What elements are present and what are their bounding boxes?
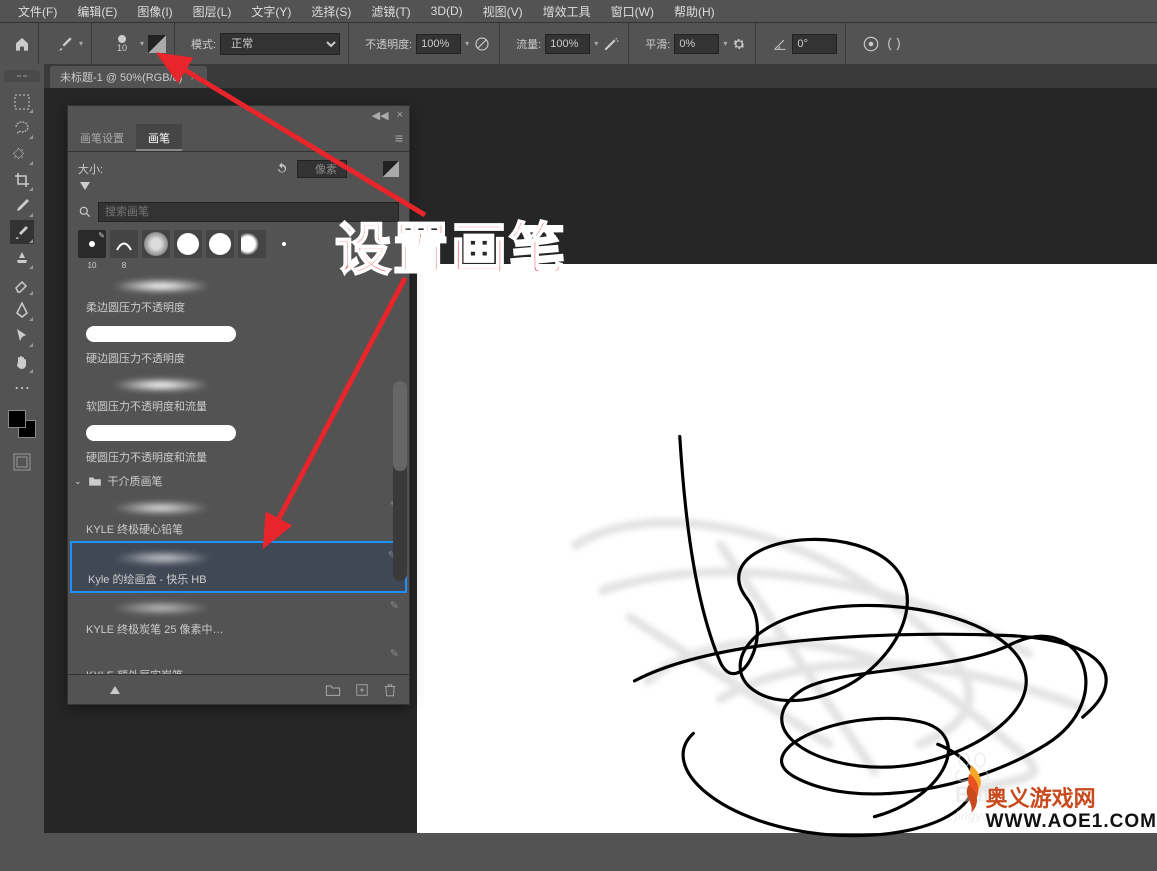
- brush-item[interactable]: KYLE 额外厚实炭笔 ✎: [70, 641, 407, 674]
- chevron-down-icon: ⌄: [74, 476, 82, 487]
- options-bar: ▾ 10 ▾ 模式: 正常 不透明度: ▾ 流量: ▾ 平滑: ▾: [0, 22, 1157, 64]
- brush-item[interactable]: KYLE 终极炭笔 25 像素中… ✎: [70, 593, 407, 641]
- menu-select[interactable]: 选择(S): [301, 1, 361, 22]
- menu-3d[interactable]: 3D(D): [421, 2, 473, 20]
- tab-brush-settings[interactable]: 画笔设置: [68, 124, 136, 151]
- hand-tool[interactable]: [10, 350, 34, 374]
- collapse-icon[interactable]: ◀◀: [372, 109, 389, 122]
- clone-stamp-tool[interactable]: [10, 246, 34, 270]
- brush-size-input[interactable]: [297, 160, 347, 178]
- size-slider[interactable]: [78, 184, 399, 192]
- menu-view[interactable]: 视图(V): [473, 1, 533, 22]
- menu-help[interactable]: 帮助(H): [664, 1, 725, 22]
- edit-icon[interactable]: ✎: [390, 599, 399, 612]
- close-icon[interactable]: ×: [397, 109, 403, 121]
- chevron-down-icon[interactable]: ▾: [140, 39, 144, 48]
- panel-footer: [68, 674, 409, 704]
- panel-menu-icon[interactable]: ≡: [395, 130, 403, 146]
- pen-tool[interactable]: [10, 298, 34, 322]
- brush-thumb[interactable]: [174, 230, 202, 258]
- brush-thumb[interactable]: [206, 230, 234, 258]
- menu-window[interactable]: 窗口(W): [601, 1, 664, 22]
- brush-thumb[interactable]: [270, 230, 298, 258]
- home-icon[interactable]: [14, 36, 30, 52]
- search-icon: [78, 205, 92, 219]
- opacity-label: 不透明度:: [365, 36, 412, 52]
- brush-folder[interactable]: ⌄ 干介质画笔: [70, 469, 407, 493]
- folder-icon[interactable]: [325, 683, 341, 697]
- flip-icon[interactable]: [383, 161, 399, 177]
- menu-type[interactable]: 文字(Y): [241, 1, 301, 22]
- lasso-tool[interactable]: [10, 116, 34, 140]
- brush-item[interactable]: 软圆压力不透明度和流量: [70, 370, 407, 418]
- aoe-watermark: 奥义游戏网 WWW.AOE1.COM: [957, 743, 1157, 833]
- brush-item[interactable]: 硬边圆压力不透明度: [70, 319, 407, 370]
- brush-thumb[interactable]: [142, 230, 170, 258]
- tablet-pressure-icon[interactable]: [148, 35, 166, 53]
- airbrush-icon[interactable]: [602, 35, 620, 53]
- size-label: 大小:: [78, 161, 103, 177]
- angle-input[interactable]: [792, 34, 837, 54]
- symmetry-icon[interactable]: [884, 35, 904, 53]
- angle-icon[interactable]: [772, 36, 788, 52]
- brushes-panel: ◀◀ × 画笔设置 画笔 ≡ 大小: 像素 ✎10 8: [67, 105, 410, 705]
- folder-icon: [88, 475, 102, 487]
- color-swatch[interactable]: [8, 410, 36, 438]
- brush-thumb[interactable]: ✎10: [78, 230, 106, 258]
- more-tools[interactable]: ⋯: [10, 376, 34, 400]
- eraser-tool[interactable]: [10, 272, 34, 296]
- edit-icon[interactable]: ✎: [390, 647, 399, 660]
- pressure-opacity-icon[interactable]: [473, 35, 491, 53]
- toolbar-expand[interactable]: [4, 70, 40, 82]
- menu-filter[interactable]: 滤镜(T): [361, 1, 420, 22]
- close-icon[interactable]: ×: [190, 70, 197, 84]
- brush-thumb[interactable]: [238, 230, 266, 258]
- smoothing-input[interactable]: [674, 34, 719, 54]
- pressure-size-icon[interactable]: [862, 35, 880, 53]
- new-icon[interactable]: [355, 683, 369, 697]
- brush-list[interactable]: 柔边圆压力不透明度 硬边圆压力不透明度 软圆压力不透明度和流量 硬圆压力不透明度…: [70, 271, 407, 674]
- flow-input[interactable]: [545, 34, 590, 54]
- brush-item[interactable]: 硬圆压力不透明度和流量: [70, 418, 407, 469]
- menu-file[interactable]: 文件(F): [8, 1, 67, 22]
- path-select-tool[interactable]: [10, 324, 34, 348]
- menu-plugins[interactable]: 增效工具: [533, 1, 601, 22]
- menu-image[interactable]: 图像(I): [127, 1, 182, 22]
- document-title: 未标题-1 @ 50%(RGB/8): [60, 69, 182, 85]
- flow-label: 流量:: [516, 36, 541, 52]
- brush-tool[interactable]: [10, 220, 34, 244]
- opacity-input[interactable]: [416, 34, 461, 54]
- smoothing-label: 平滑:: [645, 36, 670, 52]
- document-tab-bar: 未标题-1 @ 50%(RGB/8) ×: [44, 64, 1157, 88]
- annotation-label: 设置画笔: [335, 205, 567, 286]
- brush-preset-picker[interactable]: 10: [108, 30, 136, 58]
- gear-icon[interactable]: [731, 36, 747, 52]
- menu-edit[interactable]: 编辑(E): [67, 1, 127, 22]
- foreground-color[interactable]: [8, 410, 26, 428]
- brush-thumb[interactable]: 8: [110, 230, 138, 258]
- blend-mode-select[interactable]: 正常: [220, 33, 340, 55]
- brush-item-selected[interactable]: Kyle 的绘画盒 - 快乐 HB ✎: [70, 541, 407, 593]
- scrollbar-thumb[interactable]: [393, 381, 407, 471]
- marquee-tool[interactable]: [10, 90, 34, 114]
- menu-layer[interactable]: 图层(L): [183, 1, 242, 22]
- brush-item[interactable]: KYLE 终极硬心铅笔 ✎: [70, 493, 407, 541]
- eyedropper-tool[interactable]: [10, 194, 34, 218]
- reset-icon[interactable]: [275, 162, 289, 176]
- tab-brushes[interactable]: 画笔: [136, 124, 182, 151]
- brush-tool-icon: [55, 34, 75, 54]
- crop-tool[interactable]: [10, 168, 34, 192]
- document-tab[interactable]: 未标题-1 @ 50%(RGB/8) ×: [50, 66, 207, 88]
- mode-label: 模式:: [191, 36, 216, 52]
- trash-icon[interactable]: [383, 682, 397, 698]
- tools-panel: ⋯: [0, 64, 44, 833]
- zoom-slider[interactable]: [78, 686, 228, 694]
- magic-wand-tool[interactable]: [10, 142, 34, 166]
- chevron-down-icon[interactable]: ▾: [79, 39, 83, 48]
- menu-bar: 文件(F) 编辑(E) 图像(I) 图层(L) 文字(Y) 选择(S) 滤镜(T…: [0, 0, 1157, 22]
- quickmask-icon[interactable]: [12, 452, 32, 472]
